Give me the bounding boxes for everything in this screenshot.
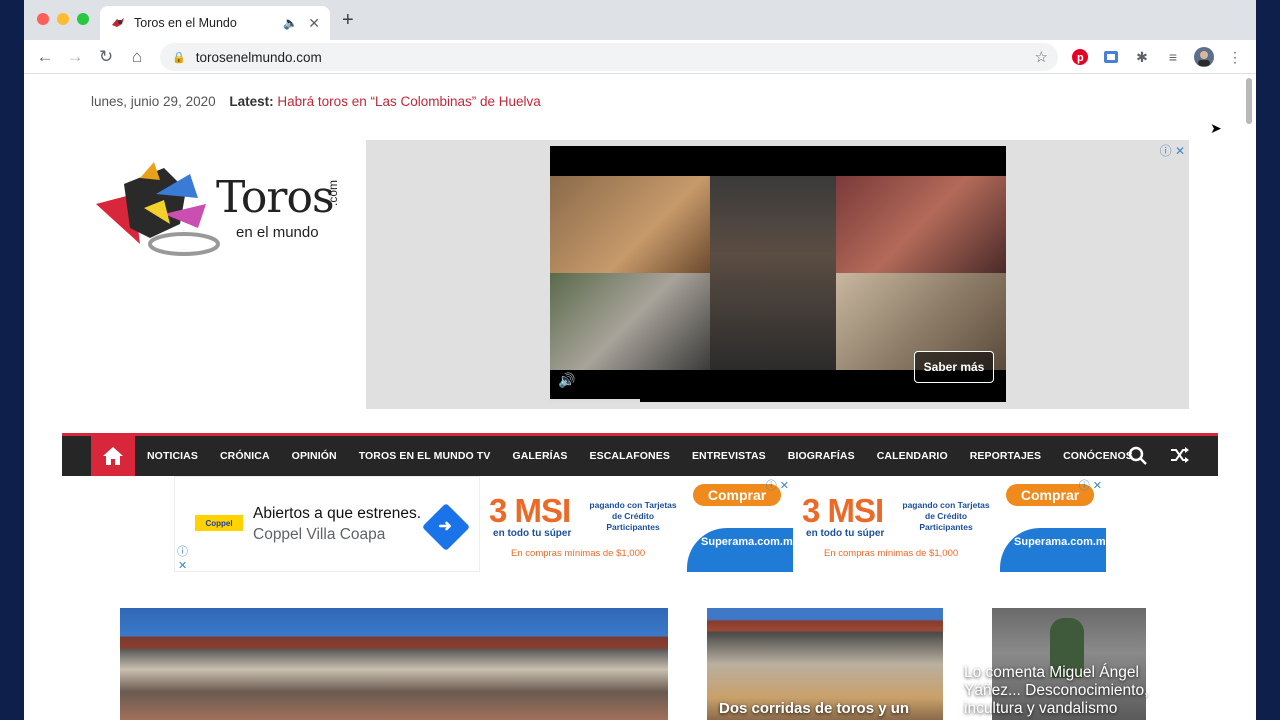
- superama-brand-bar: Superama.com.mx: [687, 528, 794, 572]
- superama-brand-bar: Superama.com.mx: [1000, 528, 1106, 572]
- home-button[interactable]: [91, 436, 135, 476]
- minimize-window-button[interactable]: [57, 13, 69, 25]
- site-logo[interactable]: Toros en el mundo .com: [94, 154, 354, 264]
- article-title[interactable]: Dos corridas de toros y un: [719, 700, 939, 718]
- back-arrow-icon[interactable]: ←: [34, 46, 56, 68]
- video-tile: [550, 273, 710, 370]
- close-window-button[interactable]: [37, 13, 49, 25]
- superama-payment-text: pagando con Tarjetas de Crédito Particip…: [902, 500, 990, 532]
- coppel-ad[interactable]: Coppel Abiertos a que estrenes. Coppel V…: [174, 476, 481, 572]
- main-navigation: NOTICIAS CRÓNICA OPINIÓN TOROS EN EL MUN…: [62, 433, 1218, 476]
- nav-item-opinion[interactable]: OPINIÓN: [292, 450, 337, 462]
- page-scrollbar[interactable]: [1246, 78, 1252, 124]
- superama-minimum-text: En compras mínimas de $1,000: [511, 548, 646, 559]
- home-icon: [103, 447, 123, 465]
- superama-offer: 3 MSI: [489, 492, 571, 529]
- directions-arrow-icon: ➜: [438, 518, 452, 536]
- ad-info-close-icon[interactable]: ⓘ ✕: [1160, 142, 1185, 159]
- bull-logo-icon: [96, 162, 220, 256]
- superama-brand: Superama.com.mx: [1014, 536, 1106, 548]
- home-icon[interactable]: ⌂: [126, 46, 148, 68]
- directions-button[interactable]: ➜: [421, 502, 471, 552]
- lock-icon[interactable]: 🔒: [172, 51, 186, 64]
- nav-item-conocenos[interactable]: CONÓCENOS: [1063, 450, 1133, 462]
- browser-toolbar: ← → ↻ ⌂ 🔒 torosenelmundo.com ☆ p ✱ ≡ ⋮: [24, 40, 1256, 74]
- audio-playing-icon[interactable]: 🔈: [283, 16, 298, 30]
- nav-item-escalafones[interactable]: ESCALAFONES: [590, 450, 670, 462]
- nav-item-galerias[interactable]: GALERÍAS: [512, 450, 567, 462]
- nav-item-noticias[interactable]: NOTICIAS: [147, 450, 198, 462]
- video-tile: [550, 176, 710, 273]
- nav-item-entrevistas[interactable]: ENTREVISTAS: [692, 450, 766, 462]
- extensions-puzzle-icon[interactable]: ✱: [1132, 47, 1152, 67]
- logo-word: Toros: [216, 172, 335, 223]
- top-info-bar: lunes, junio 29, 2020 Latest: Habrá toro…: [91, 94, 541, 109]
- tab-title: Toros en el Mundo: [134, 16, 237, 30]
- article-card[interactable]: Lo comenta Miguel Ángel Yáñez... Descono…: [952, 608, 1188, 720]
- ad-info-close-icon[interactable]: ⓘ ✕: [766, 477, 789, 493]
- video-tile: [836, 176, 1006, 273]
- browser-window: Toros en el Mundo 🔈 ✕ + ← → ↻ ⌂ 🔒 torose…: [24, 0, 1256, 720]
- ad-close-icon[interactable]: ✕: [178, 559, 187, 572]
- latest-label: Latest:: [229, 94, 274, 109]
- reload-icon[interactable]: ↻: [95, 46, 117, 68]
- video-progress-bar[interactable]: [550, 399, 640, 402]
- profile-avatar[interactable]: [1194, 47, 1214, 67]
- tab-strip: Toros en el Mundo 🔈 ✕ +: [24, 0, 1256, 40]
- article-card[interactable]: Dos corridas de toros y un: [707, 608, 943, 720]
- nav-item-calendario[interactable]: CALENDARIO: [877, 450, 948, 462]
- superama-brand: Superama.com.mx: [701, 536, 794, 548]
- coppel-logo: Coppel: [195, 515, 243, 531]
- article-title[interactable]: Lo comenta Miguel Ángel Yáñez... Descono…: [964, 664, 1189, 718]
- coppel-headline: Abiertos a que estrenes.: [253, 505, 422, 522]
- mouse-cursor-icon: ➤: [1210, 120, 1222, 136]
- current-date: lunes, junio 29, 2020: [91, 94, 216, 109]
- search-icon[interactable]: [1128, 446, 1148, 471]
- logo-subtitle: en el mundo: [236, 224, 319, 241]
- shuffle-icon[interactable]: [1170, 446, 1190, 471]
- superama-store-line: en todo tu súper: [493, 528, 572, 539]
- video-ad-container: ⓘ ✕ 🔊 Saber más: [366, 140, 1189, 409]
- forward-arrow-icon[interactable]: →: [64, 46, 86, 68]
- web-page: lunes, junio 29, 2020 Latest: Habrá toro…: [24, 74, 1256, 720]
- video-frame: [550, 176, 1006, 370]
- new-tab-button[interactable]: +: [342, 9, 354, 32]
- saber-mas-button[interactable]: Saber más: [914, 351, 994, 383]
- browser-menu-icon[interactable]: ⋮: [1225, 47, 1245, 67]
- site-favicon-icon: [110, 15, 126, 31]
- superama-ad[interactable]: 3 MSI pagando con Tarjetas de Crédito Pa…: [796, 476, 1106, 572]
- nav-item-reportajes[interactable]: REPORTAJES: [970, 450, 1041, 462]
- video-ad-player[interactable]: 🔊 Saber más: [550, 146, 1006, 402]
- pinterest-extension-icon[interactable]: p: [1070, 47, 1090, 67]
- superama-payment-text: pagando con Tarjetas de Crédito Particip…: [589, 500, 677, 532]
- latest-headline-link[interactable]: Habrá toros en “Las Colombinas” de Huelv…: [277, 94, 540, 109]
- maximize-window-button[interactable]: [77, 13, 89, 25]
- banner-ads-row: Coppel Abiertos a que estrenes. Coppel V…: [174, 476, 1106, 572]
- svg-text:p: p: [1077, 52, 1084, 64]
- media-controls-icon[interactable]: ≡: [1163, 47, 1183, 67]
- superama-ad[interactable]: 3 MSI pagando con Tarjetas de Crédito Pa…: [483, 476, 794, 572]
- superama-store-line: en todo tu súper: [806, 528, 885, 539]
- nav-item-cronica[interactable]: CRÓNICA: [220, 450, 270, 462]
- url-text: torosenelmundo.com: [195, 49, 322, 65]
- superama-minimum-text: En compras mínimas de $1,000: [824, 548, 959, 559]
- close-tab-icon[interactable]: ✕: [308, 15, 320, 32]
- reader-extension-icon[interactable]: [1101, 47, 1121, 67]
- featured-article-image[interactable]: [120, 608, 668, 720]
- nav-tools: [1128, 446, 1190, 471]
- ad-info-close-icon[interactable]: ⓘ ✕: [1079, 477, 1102, 493]
- video-tile: [710, 176, 836, 370]
- logo-domain: .com: [326, 179, 340, 206]
- coppel-subline: Coppel Villa Coapa: [253, 526, 386, 543]
- address-bar[interactable]: 🔒 torosenelmundo.com ☆: [160, 43, 1058, 71]
- volume-icon[interactable]: 🔊: [558, 372, 575, 389]
- bookmark-star-icon[interactable]: ☆: [1035, 48, 1048, 66]
- ad-info-icon[interactable]: ⓘ: [177, 543, 188, 559]
- browser-tab[interactable]: Toros en el Mundo 🔈 ✕: [100, 6, 330, 40]
- nav-item-toros-tv[interactable]: TOROS EN EL MUNDO TV: [359, 450, 491, 462]
- nav-item-biografias[interactable]: BIOGRAFÍAS: [788, 450, 855, 462]
- superama-offer: 3 MSI: [802, 492, 884, 529]
